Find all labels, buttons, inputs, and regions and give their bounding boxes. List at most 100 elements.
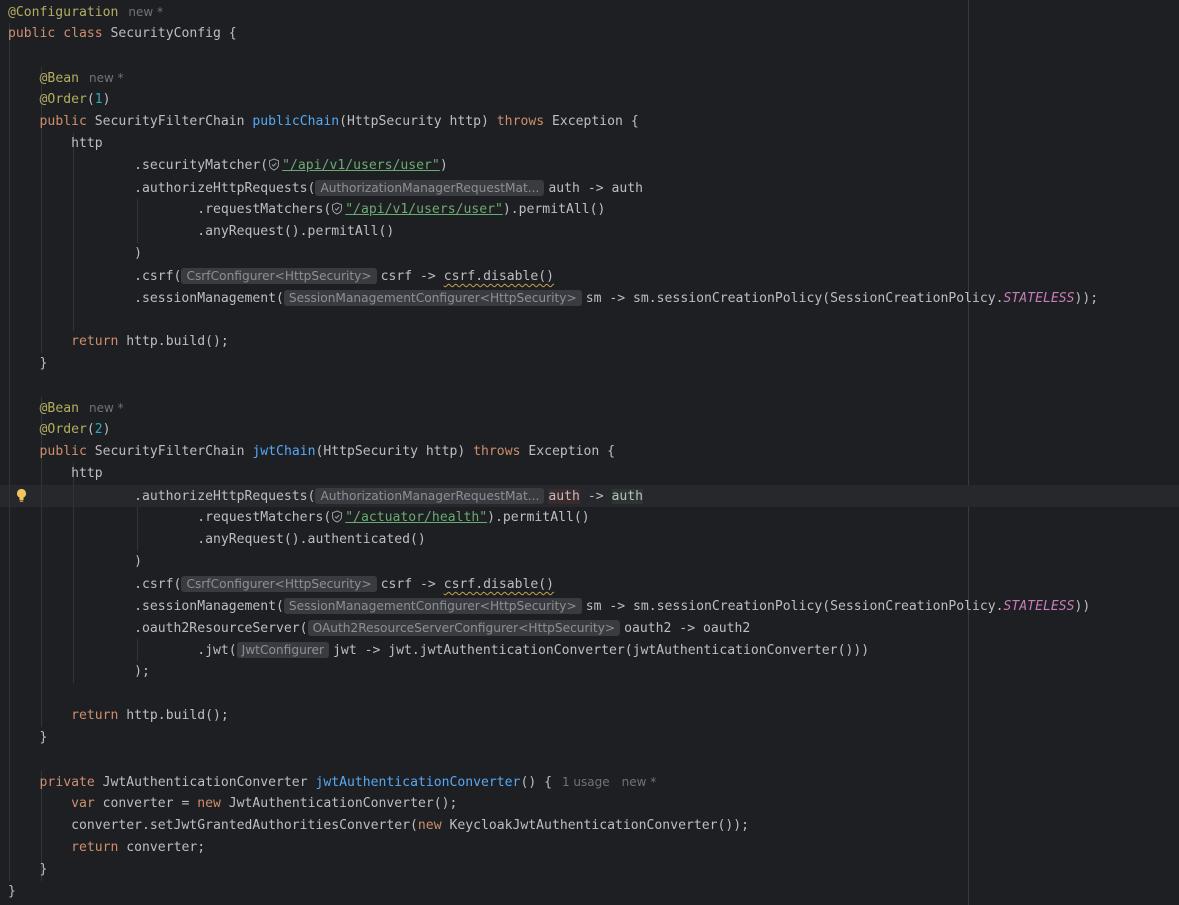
code-text: converter.setJwtGrantedAuthoritiesConver… xyxy=(8,818,750,833)
code-line[interactable]: @Order(1) xyxy=(0,89,1179,111)
code-line[interactable] xyxy=(0,45,1179,67)
code-text: } xyxy=(8,862,48,877)
code-text: return converter; xyxy=(71,840,206,855)
inlay-hint-csrf[interactable]: CsrfConfigurer<HttpSecurity> xyxy=(181,576,377,592)
code-line[interactable]: .sessionManagement(SessionManagementConf… xyxy=(0,287,1179,309)
code-line[interactable]: .csrf(CsrfConfigurer<HttpSecurity> csrf -… xyxy=(0,573,1179,595)
code-line[interactable]: ) xyxy=(0,551,1179,573)
code-line[interactable]: @Order(2) xyxy=(0,419,1179,441)
indent-guide xyxy=(9,375,10,397)
code-line[interactable]: .jwt(JwtConfigurer jwt -> jwt.jwtAuthenti… xyxy=(0,639,1179,661)
inlay-hint-authz[interactable]: AuthorizationManagerRequestMat... xyxy=(315,488,545,504)
code-text: .anyRequest().authenticated() xyxy=(8,532,426,547)
code-text: ) xyxy=(8,554,143,569)
code-line[interactable]: .securityMatcher("/api/v1/users/user") xyxy=(0,155,1179,177)
code-line[interactable]: } xyxy=(0,727,1179,749)
code-text: ) xyxy=(8,246,143,261)
code-text: @Order(1) xyxy=(39,92,111,107)
code-line[interactable]: .requestMatchers("/api/v1/users/user").p… xyxy=(0,199,1179,221)
code-line[interactable]: .sessionManagement(SessionManagementConf… xyxy=(0,595,1179,617)
inlay-hint-authz[interactable]: AuthorizationManagerRequestMat... xyxy=(315,180,545,196)
code-line[interactable]: ) xyxy=(0,243,1179,265)
code-line[interactable]: } xyxy=(0,353,1179,375)
code-text: @Bean new * xyxy=(39,401,124,416)
code-text: } xyxy=(8,356,48,371)
indent-guide xyxy=(9,749,10,771)
code-line[interactable]: .csrf(CsrfConfigurer<HttpSecurity> csrf -… xyxy=(0,265,1179,287)
code-text: return http.build(); xyxy=(71,708,229,723)
code-line[interactable]: public SecurityFilterChain jwtChain(Http… xyxy=(0,441,1179,463)
usage-count[interactable]: 1 usage xyxy=(562,775,610,789)
inlay-hint-oauth2[interactable]: OAuth2ResourceServerConfigurer<HttpSecur… xyxy=(307,620,621,636)
code-line[interactable]: return converter; xyxy=(0,837,1179,859)
code-editor[interactable]: @Configuration new * public class Security… xyxy=(0,0,1179,905)
code-line[interactable] xyxy=(0,749,1179,771)
code-line-current[interactable]: .authorizeHttpRequests(AuthorizationMana… xyxy=(0,485,1179,507)
indent-guide xyxy=(41,309,42,331)
code-line[interactable]: public SecurityFilterChain publicChain(H… xyxy=(0,111,1179,133)
new-marker[interactable]: new * xyxy=(622,775,657,789)
code-line[interactable]: var converter = new JwtAuthenticationCon… xyxy=(0,793,1179,815)
indent-guide xyxy=(9,45,10,67)
indent-guide xyxy=(73,309,74,331)
code-text: @Bean new * xyxy=(39,71,124,86)
code-line[interactable]: @Bean new * xyxy=(0,397,1179,419)
shield-icon xyxy=(332,510,343,523)
shield-icon xyxy=(332,202,343,215)
code-line[interactable]: converter.setJwtGrantedAuthoritiesConver… xyxy=(0,815,1179,837)
code-line[interactable]: .anyRequest().permitAll() xyxy=(0,221,1179,243)
code-text: .csrf(CsrfConfigurer<HttpSecurity> csrf -… xyxy=(8,268,555,284)
code-line[interactable]: } xyxy=(0,881,1179,903)
code-text: .sessionManagement(SessionManagementConf… xyxy=(8,598,1091,614)
code-line[interactable]: .authorizeHttpRequests(AuthorizationMana… xyxy=(0,177,1179,199)
inlay-hint-session[interactable]: SessionManagementConfigurer<HttpSecurity… xyxy=(283,598,582,614)
code-line[interactable]: } xyxy=(0,859,1179,881)
inlay-hint-jwt[interactable]: JwtConfigurer xyxy=(236,642,330,658)
code-line[interactable]: http xyxy=(0,463,1179,485)
code-line[interactable]: .anyRequest().authenticated() xyxy=(0,529,1179,551)
shield-icon xyxy=(269,158,280,171)
code-text: .requestMatchers("/api/v1/users/user").p… xyxy=(8,202,606,217)
code-text: .jwt(JwtConfigurer jwt -> jwt.jwtAuthenti… xyxy=(8,642,870,658)
code-text: public SecurityFilterChain publicChain(H… xyxy=(39,114,639,129)
code-text: .csrf(CsrfConfigurer<HttpSecurity> csrf -… xyxy=(8,576,555,592)
new-marker[interactable]: new * xyxy=(89,401,124,415)
code-text: public class SecurityConfig { xyxy=(8,26,237,41)
code-line[interactable]: @Bean new * xyxy=(0,67,1179,89)
code-text: .authorizeHttpRequests(AuthorizationMana… xyxy=(8,488,644,504)
code-line[interactable]: private JwtAuthenticationConverter jwtAu… xyxy=(0,771,1179,793)
new-marker[interactable]: new * xyxy=(89,71,124,85)
code-text: } xyxy=(8,730,48,745)
code-line[interactable]: http xyxy=(0,133,1179,155)
code-line[interactable] xyxy=(0,683,1179,705)
code-text: .authorizeHttpRequests(AuthorizationMana… xyxy=(8,180,644,196)
code-line[interactable] xyxy=(0,309,1179,331)
new-marker[interactable]: new * xyxy=(128,5,163,19)
code-line[interactable]: return http.build(); xyxy=(0,331,1179,353)
code-text: .oauth2ResourceServer(OAuth2ResourceServ… xyxy=(8,620,751,636)
code-line[interactable]: ); xyxy=(0,661,1179,683)
code-line[interactable]: @Configuration new * xyxy=(0,1,1179,23)
code-text: .sessionManagement(SessionManagementConf… xyxy=(8,290,1099,306)
indent-guide xyxy=(41,683,42,705)
code-line[interactable]: public class SecurityConfig { xyxy=(0,23,1179,45)
code-line[interactable]: .requestMatchers("/actuator/health").per… xyxy=(0,507,1179,529)
code-text: ); xyxy=(8,664,150,679)
inlay-hint-session[interactable]: SessionManagementConfigurer<HttpSecurity… xyxy=(283,290,582,306)
indent-guide xyxy=(9,683,10,705)
indent-guide xyxy=(9,309,10,331)
code-text: return http.build(); xyxy=(71,334,229,349)
code-text: http xyxy=(8,136,103,151)
code-text: private JwtAuthenticationConverter jwtAu… xyxy=(39,775,657,790)
code-text: @Configuration new * xyxy=(8,5,163,20)
code-line[interactable] xyxy=(0,375,1179,397)
code-text: http xyxy=(8,466,103,481)
constant-stateless: STATELESS xyxy=(1003,291,1075,306)
code-text: @Order(2) xyxy=(39,422,111,437)
code-line[interactable]: return http.build(); xyxy=(0,705,1179,727)
code-line[interactable]: .oauth2ResourceServer(OAuth2ResourceServ… xyxy=(0,617,1179,639)
code-text: .securityMatcher("/api/v1/users/user") xyxy=(8,158,448,173)
code-text: } xyxy=(8,884,16,899)
code-text: .anyRequest().permitAll() xyxy=(8,224,395,239)
inlay-hint-csrf[interactable]: CsrfConfigurer<HttpSecurity> xyxy=(181,268,377,284)
